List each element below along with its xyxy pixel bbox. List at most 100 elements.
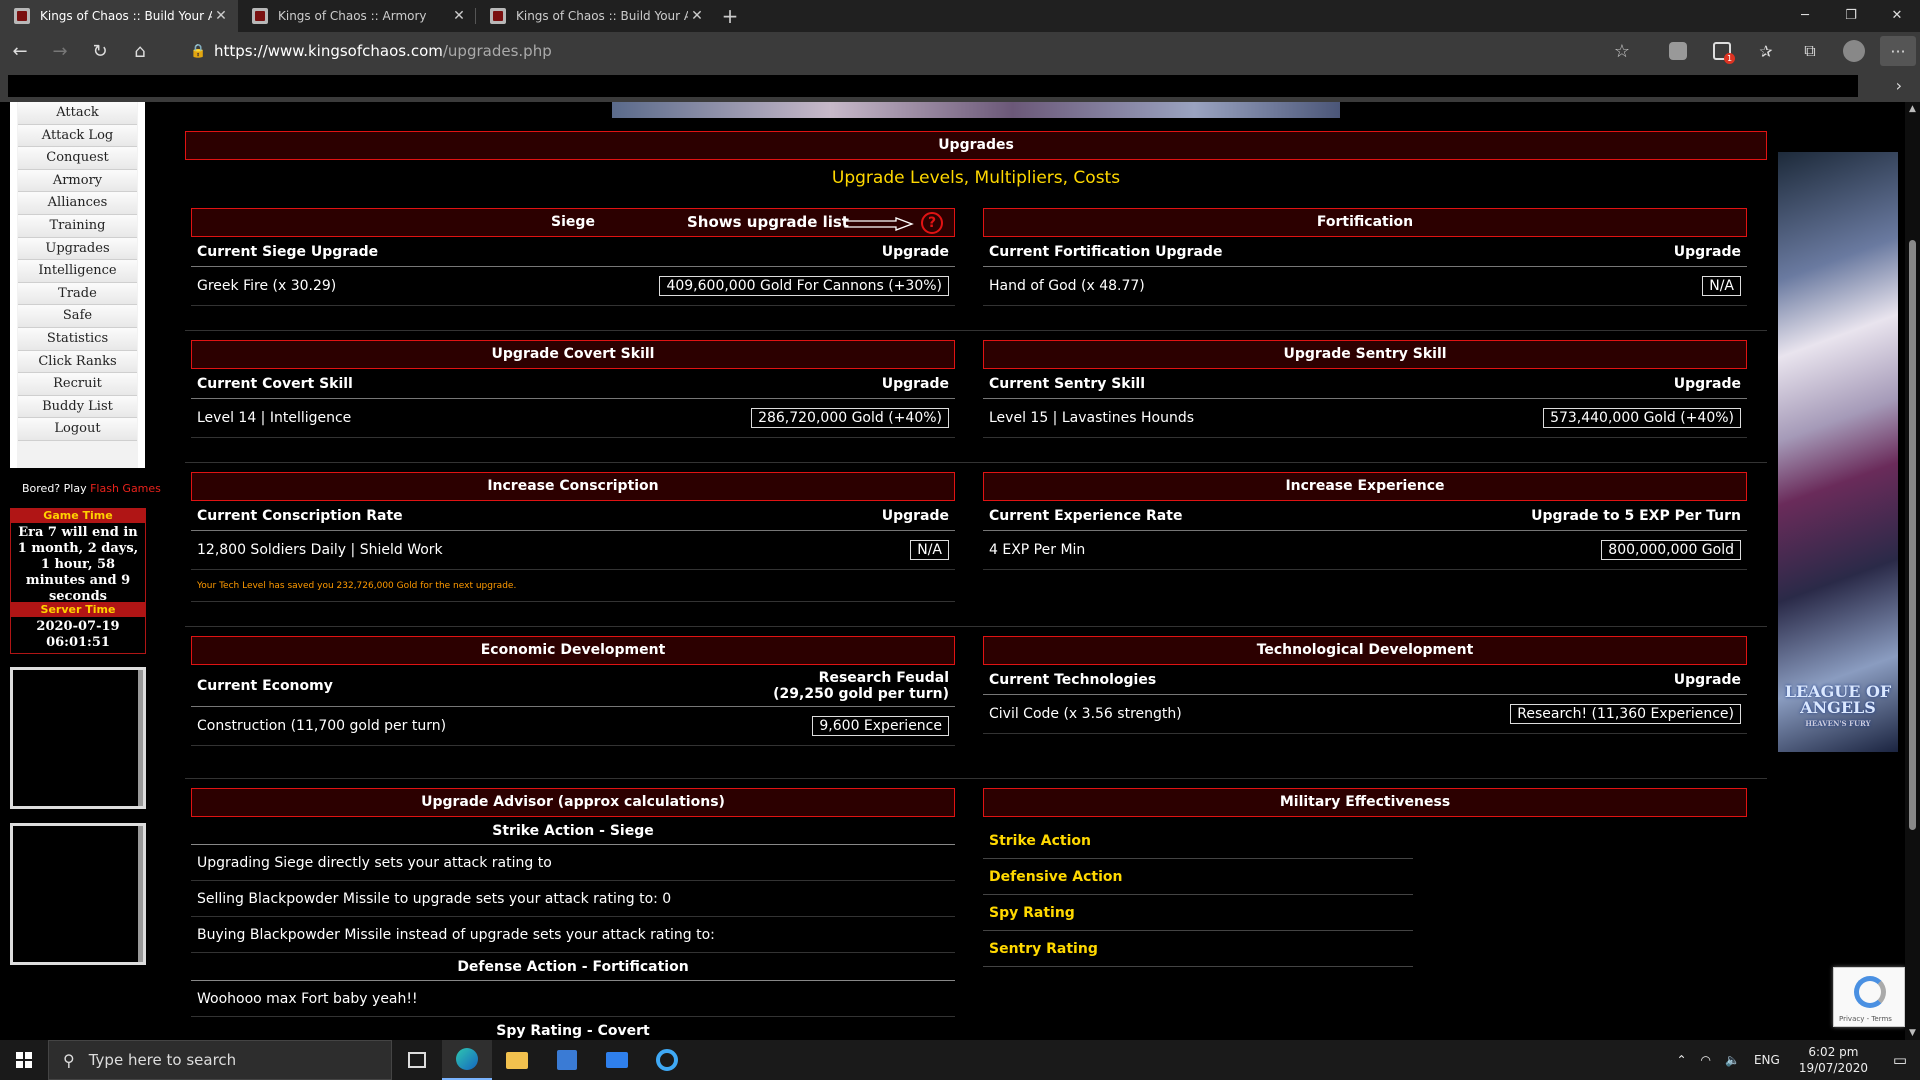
menu-button[interactable]: ···	[1876, 32, 1920, 70]
experience-current-value: 4 EXP Per Min	[989, 542, 1086, 558]
app-button[interactable]	[642, 1040, 692, 1080]
file-explorer-button[interactable]	[492, 1040, 542, 1080]
sidebar-item-logout[interactable]: Logout	[18, 418, 137, 441]
covert-upgrade-button[interactable]: 286,720,000 Gold (+40%)	[751, 408, 949, 428]
wifi-icon[interactable]: ◠	[1694, 1053, 1718, 1067]
sidebar-item-attack[interactable]: Attack	[18, 102, 137, 125]
volume-icon[interactable]: 🔈	[1718, 1053, 1747, 1067]
sidebar-ad-slot[interactable]	[10, 667, 146, 809]
home-icon[interactable]: ⌂	[120, 32, 160, 70]
conscription-title: Increase Conscription	[191, 472, 955, 501]
browser-tab-3[interactable]: Kings of Chaos :: Build Your Army ✕	[476, 0, 714, 32]
browser-tab-1[interactable]: Kings of Chaos :: Build Your Army ✕	[0, 0, 238, 32]
technology-title: Technological Development	[983, 636, 1747, 665]
sidebar-item-click-ranks[interactable]: Click Ranks	[18, 350, 137, 374]
sentry-upgrade-button[interactable]: 573,440,000 Gold (+40%)	[1543, 408, 1741, 428]
search-placeholder: Type here to search	[88, 1051, 237, 1069]
maximize-button[interactable]: ❐	[1828, 0, 1874, 30]
server-time-title: Server Time	[11, 603, 145, 617]
collections-icon[interactable]: ⧉	[1788, 32, 1832, 70]
close-window-button[interactable]: ✕	[1874, 0, 1920, 30]
sidebar-item-recruit[interactable]: Recruit	[18, 373, 137, 396]
upgrade-list-hint: Shows upgrade list	[687, 213, 849, 231]
close-tab-icon[interactable]: ✕	[688, 8, 706, 24]
sentry-current-value: Level 15 | Lavastines Hounds	[989, 410, 1195, 426]
favorite-star-icon[interactable]: ☆	[1614, 41, 1630, 62]
scroll-down-icon[interactable]: ▼	[1909, 1028, 1916, 1038]
language-indicator[interactable]: ENG	[1747, 1053, 1787, 1067]
refresh-icon[interactable]: ↻	[80, 32, 120, 70]
taskbar-clock[interactable]: 6:02 pm 19/07/2020	[1787, 1044, 1880, 1076]
technology-research-button[interactable]: Research! (11,360 Experience)	[1510, 704, 1741, 724]
bored-promo: Bored? Play Flash Games	[22, 482, 161, 495]
scrollbar-thumb[interactable]	[1909, 240, 1916, 830]
sidebar-item-attack-log[interactable]: Attack Log	[18, 124, 137, 148]
section-divider	[185, 462, 1767, 463]
kingsofchaos-favicon-icon	[490, 8, 506, 24]
league-of-angels-ad[interactable]: LEAGUE OF ANGELS HEAVEN'S FURY	[1778, 152, 1898, 752]
mail-button[interactable]	[592, 1040, 642, 1080]
address-bar[interactable]: 🔒 https://www.kingsofchaos.com /upgrades…	[190, 36, 1630, 66]
favorites-icon[interactable]: ✰	[1744, 32, 1788, 70]
sidebar-item-conquest[interactable]: Conquest	[18, 147, 137, 170]
minimize-button[interactable]: ─	[1782, 0, 1828, 30]
experience-upgrade-button[interactable]: 800,000,000 Gold	[1601, 540, 1741, 560]
start-button[interactable]	[0, 1040, 48, 1080]
store-button[interactable]	[542, 1040, 592, 1080]
task-view-button[interactable]	[392, 1040, 442, 1080]
technology-current-header: Current Technologies	[989, 671, 1157, 688]
flash-games-link[interactable]: Flash Games	[90, 482, 161, 495]
siege-upgrade-button[interactable]: 409,600,000 Gold For Cannons (+30%)	[659, 276, 949, 296]
sidebar-item-statistics[interactable]: Statistics	[18, 327, 137, 351]
section-divider	[185, 330, 1767, 331]
close-tab-icon[interactable]: ✕	[450, 8, 468, 24]
app-ring-icon	[656, 1049, 678, 1071]
sidebar-item-intelligence[interactable]: Intelligence	[18, 260, 137, 283]
bored-text: Bored? Play	[22, 482, 87, 495]
scroll-up-icon[interactable]: ▲	[1909, 104, 1916, 114]
help-icon[interactable]: ?	[921, 212, 943, 234]
siege-current-value: Greek Fire (x 30.29)	[197, 278, 337, 294]
fortification-upgrade-button[interactable]: N/A	[1702, 276, 1741, 296]
page-scrollbar[interactable]: ▲ ▼	[1905, 102, 1920, 1040]
arrow-right-icon	[844, 217, 914, 231]
clock-time: 6:02 pm	[1808, 1045, 1859, 1059]
chevron-right-icon[interactable]: ›	[1896, 76, 1902, 95]
browser-toolbar: 1 ✰ ⧉ ···	[1656, 32, 1920, 70]
back-icon[interactable]: ←	[0, 32, 40, 70]
tech-savings-note: Your Tech Level has saved you 232,726,00…	[191, 570, 955, 602]
spy-rating-label: Spy Rating	[983, 895, 1413, 931]
sidebar-item-safe[interactable]: Safe	[18, 305, 137, 328]
recaptcha-links[interactable]: Privacy - Terms	[1839, 1015, 1892, 1023]
notification-icon[interactable]: ▭	[1880, 1051, 1920, 1069]
sentry-section: Upgrade Sentry Skill Current Sentry Skil…	[983, 340, 1747, 438]
taskbar-search[interactable]: ⚲ Type here to search	[48, 1040, 392, 1080]
sidebar-item-buddy-list[interactable]: Buddy List	[18, 395, 137, 419]
header-banner-image	[612, 102, 1340, 118]
fortification-current-value: Hand of God (x 48.77)	[989, 278, 1145, 294]
sidebar-item-training[interactable]: Training	[18, 214, 137, 238]
sentry-upgrade-header: Upgrade	[1673, 375, 1741, 392]
conscription-upgrade-button[interactable]: N/A	[910, 540, 949, 560]
sidebar-item-armory[interactable]: Armory	[18, 169, 137, 193]
economy-research-button[interactable]: 9,600 Experience	[812, 716, 949, 736]
sidebar-item-upgrades[interactable]: Upgrades	[18, 237, 137, 261]
profile-button[interactable]	[1832, 32, 1876, 70]
store-icon	[557, 1050, 577, 1070]
sidebar-item-trade[interactable]: Trade	[18, 282, 137, 306]
sidebar-item-alliances[interactable]: Alliances	[18, 192, 137, 215]
edge-taskbar-button[interactable]	[442, 1040, 492, 1080]
chevron-up-icon[interactable]: ⌃	[1669, 1053, 1693, 1067]
fortification-upgrade-header: Upgrade	[1673, 243, 1741, 260]
extension-button[interactable]: 1	[1700, 32, 1744, 70]
sidebar-ad-slot[interactable]	[10, 823, 146, 965]
new-tab-button[interactable]: +	[714, 0, 746, 32]
strike-action-label: Strike Action	[983, 823, 1413, 859]
extension-button[interactable]	[1656, 32, 1700, 70]
browser-tab-2[interactable]: Kings of Chaos :: Armory ✕	[238, 0, 476, 32]
ad-logo-text: LEAGUE OF ANGELS	[1784, 682, 1892, 717]
recaptcha-badge[interactable]: Privacy - Terms	[1833, 967, 1905, 1027]
experience-title: Increase Experience	[983, 472, 1747, 501]
close-tab-icon[interactable]: ✕	[212, 8, 230, 24]
forward-icon[interactable]: →	[40, 32, 80, 70]
